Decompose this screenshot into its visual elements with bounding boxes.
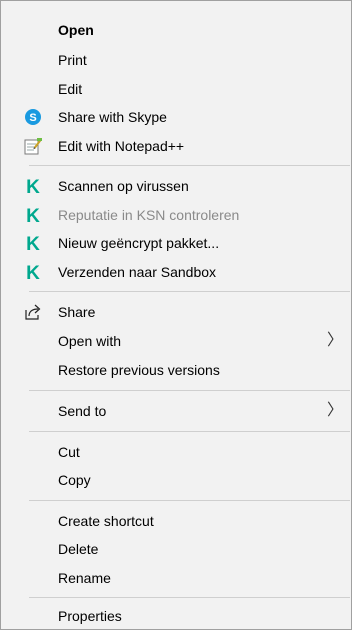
- menu-item-label: Rename: [58, 570, 111, 586]
- menu-item-label: Open: [58, 22, 94, 38]
- menu-item-label: Send to: [58, 403, 107, 419]
- menu-separator: [29, 390, 350, 391]
- menu-item-copy[interactable]: Copy: [1, 465, 351, 495]
- kaspersky-icon: K: [24, 263, 42, 284]
- menu-item-label: Scannen op virussen: [58, 178, 189, 194]
- menu-item-label: Cut: [58, 444, 80, 460]
- menu-item-label: Verzenden naar Sandbox: [58, 264, 217, 280]
- kaspersky-icon: K: [24, 177, 42, 198]
- menu-item-kaspersky-sandbox[interactable]: K Verzenden naar Sandbox: [1, 257, 351, 287]
- menu-item-send-to[interactable]: Send to 〉: [1, 396, 351, 426]
- svg-text:S: S: [29, 112, 36, 124]
- menu-item-label: Open with: [58, 333, 122, 349]
- menu-item-label: Edit with Notepad++: [58, 138, 185, 154]
- svg-text:K: K: [26, 234, 40, 252]
- skype-icon: S: [24, 108, 42, 126]
- menu-separator: [29, 431, 350, 432]
- menu-item-label: Nieuw geëncrypt pakket...: [58, 235, 220, 251]
- menu-item-create-shortcut[interactable]: Create shortcut: [1, 506, 351, 536]
- menu-item-share[interactable]: Share: [1, 297, 351, 327]
- svg-text:K: K: [26, 206, 40, 224]
- menu-item-properties[interactable]: Properties: [1, 601, 351, 631]
- menu-item-label: Copy: [58, 472, 91, 488]
- menu-separator: [29, 291, 350, 292]
- svg-text:K: K: [26, 177, 40, 195]
- share-icon: [24, 303, 42, 321]
- menu-item-label: Delete: [58, 541, 99, 557]
- menu-item-kaspersky-encrypt[interactable]: K Nieuw geëncrypt pakket...: [1, 228, 351, 258]
- menu-item-open[interactable]: Open: [1, 15, 351, 45]
- menu-separator: [29, 165, 350, 166]
- menu-item-label: Edit: [58, 81, 83, 97]
- menu-item-edit[interactable]: Edit: [1, 74, 351, 104]
- menu-item-label: Reputatie in KSN controleren: [58, 207, 240, 223]
- menu-item-cut[interactable]: Cut: [1, 437, 351, 467]
- notepad-plus-plus-icon: [24, 137, 42, 155]
- menu-item-open-with[interactable]: Open with 〉: [1, 326, 351, 356]
- menu-item-label: Restore previous versions: [58, 362, 220, 378]
- menu-item-kaspersky-reputation: K Reputatie in KSN controleren: [1, 200, 351, 230]
- menu-item-label: Properties: [58, 608, 122, 624]
- kaspersky-icon: K: [24, 234, 42, 255]
- menu-item-print[interactable]: Print: [1, 45, 351, 75]
- chevron-right-icon: 〉: [326, 402, 343, 419]
- menu-item-delete[interactable]: Delete: [1, 534, 351, 564]
- menu-item-label: Create shortcut: [58, 513, 154, 529]
- menu-item-label: Print: [58, 52, 87, 68]
- svg-text:K: K: [26, 263, 40, 281]
- context-menu: Open Print Edit S Share with Skype Edit …: [0, 0, 352, 630]
- menu-separator: [29, 597, 350, 598]
- menu-item-label: Share with Skype: [58, 109, 167, 125]
- menu-item-restore-previous-versions[interactable]: Restore previous versions: [1, 355, 351, 385]
- kaspersky-icon: K: [24, 206, 42, 227]
- menu-item-label: Share: [58, 304, 96, 320]
- menu-separator: [29, 500, 350, 501]
- menu-item-share-with-skype[interactable]: S Share with Skype: [1, 102, 351, 132]
- menu-item-kaspersky-scan[interactable]: K Scannen op virussen: [1, 171, 351, 201]
- chevron-right-icon: 〉: [326, 332, 343, 349]
- menu-item-rename[interactable]: Rename: [1, 563, 351, 593]
- menu-item-edit-with-notepad[interactable]: Edit with Notepad++: [1, 131, 351, 161]
